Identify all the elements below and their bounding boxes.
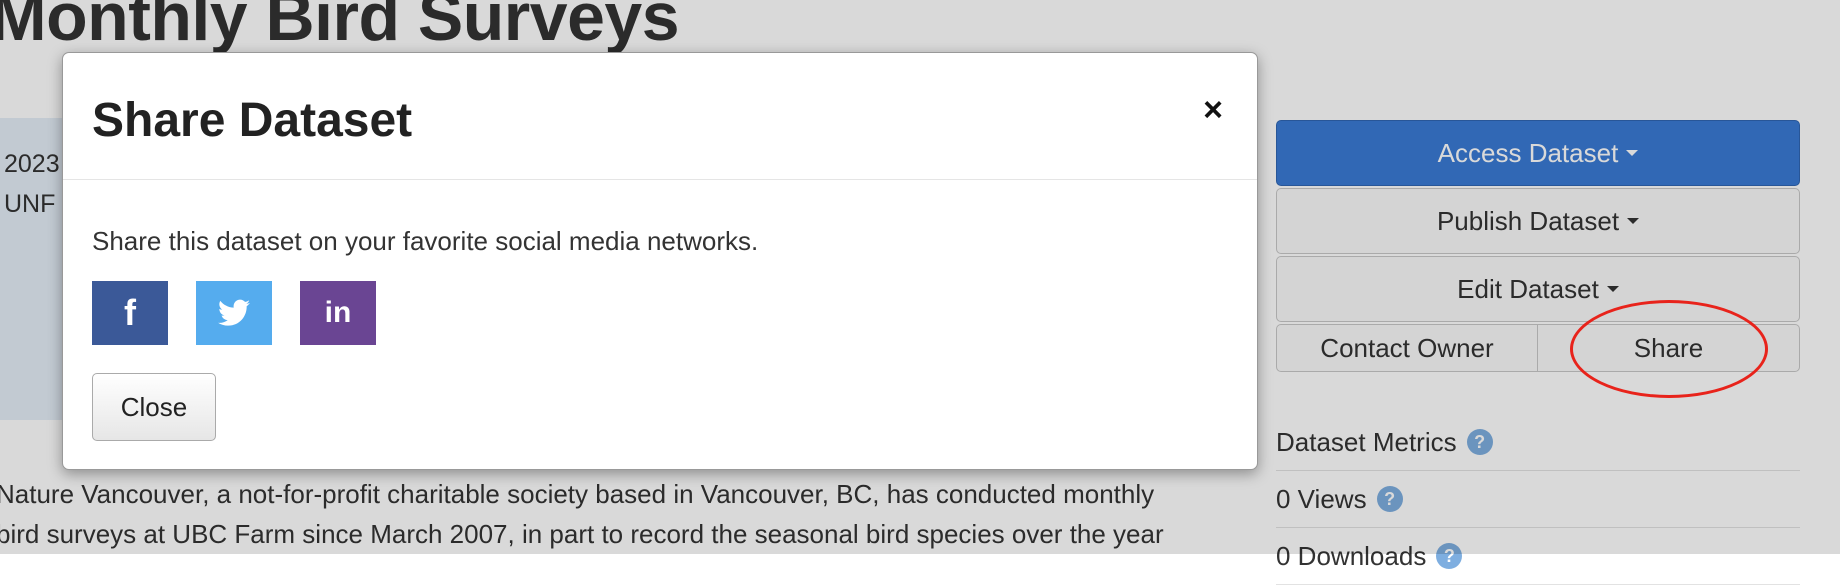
modal-header: Share Dataset ×	[63, 53, 1257, 180]
twitter-share-button[interactable]	[196, 281, 272, 345]
facebook-share-button[interactable]: f	[92, 281, 168, 345]
linkedin-icon: in	[324, 296, 352, 329]
modal-body: Share this dataset on your favorite soci…	[63, 180, 1257, 441]
modal-body-text: Share this dataset on your favorite soci…	[92, 226, 759, 256]
modal-title: Share Dataset	[92, 94, 413, 147]
close-button[interactable]: Close	[92, 373, 216, 441]
annotation-ellipse	[1570, 300, 1768, 398]
twitter-bird-icon	[218, 299, 250, 326]
social-buttons: f in	[92, 281, 1228, 345]
linkedin-share-button[interactable]: in	[300, 281, 376, 345]
facebook-icon: f	[124, 292, 136, 333]
share-dataset-modal: Share Dataset × Share this dataset on yo…	[62, 52, 1258, 470]
close-icon[interactable]: ×	[1203, 93, 1223, 127]
